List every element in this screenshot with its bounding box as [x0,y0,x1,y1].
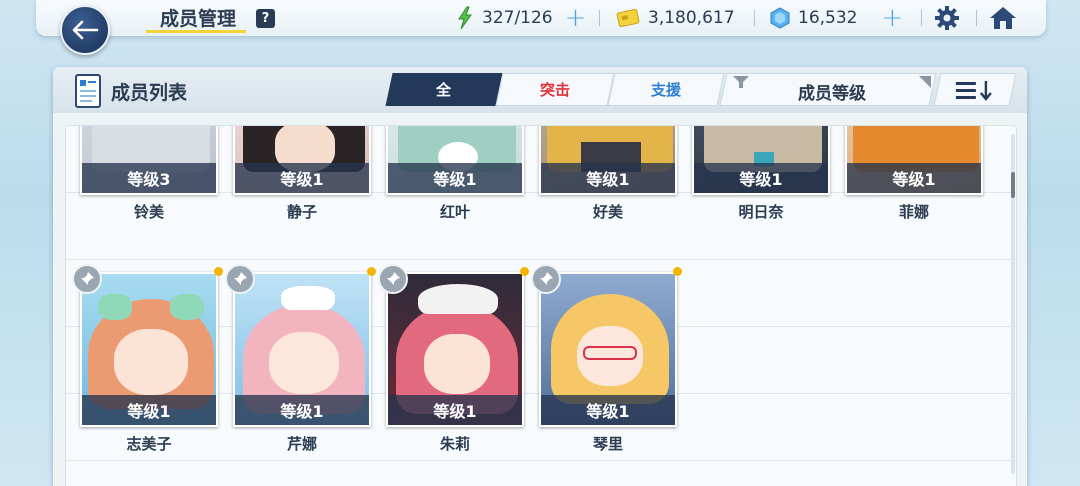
divider [754,10,755,26]
portrait-ribbon [170,294,204,320]
top-bar: 成员管理 ? 327/126 + 3,180,617 16,532 + [36,0,1046,36]
pin-button[interactable] [72,264,102,294]
energy-value: 327/126 [482,8,553,28]
pin-button[interactable] [378,264,408,294]
add-energy-button[interactable]: + [565,5,587,31]
new-indicator [214,267,223,276]
home-button[interactable] [989,4,1017,32]
portrait-cap [418,284,498,314]
member-level: 等级3 [82,163,216,193]
new-indicator [673,267,682,276]
gems-resource: 16,532 + [770,5,903,31]
member-name: 志美子 [126,435,172,453]
pin-button[interactable] [225,264,255,294]
portrait-ribbon [98,294,132,320]
member-portrait: 等级1 [845,126,983,195]
tab-all[interactable]: 全 [385,73,503,106]
member-portrait: 等级1 [539,126,677,195]
divider [976,10,977,26]
member-portrait: 等级1 [233,272,371,427]
new-indicator [367,267,376,276]
member-portrait: 等级1 [80,272,218,427]
gem-icon [770,7,790,29]
member-level: 等级1 [694,163,828,193]
member-level: 等级1 [388,163,522,193]
member-level: 等级1 [541,163,675,193]
pin-icon [387,272,400,285]
credit-card-icon [616,9,640,27]
sort-order-button[interactable] [933,73,1017,106]
gems-value: 16,532 [798,8,858,28]
member-level: 等级1 [82,395,216,425]
member-portrait: 等级3 [80,126,218,195]
settings-button[interactable] [933,4,961,32]
energy-resource: 327/126 + [456,5,587,31]
member-list-panel: 成员列表 全 突击 支援 成员等级 等级3 铃美 等级1 静子 等级1 红叶 等… [53,67,1027,486]
member-level: 等级1 [847,163,981,193]
member-level: 等级1 [235,163,369,193]
tab-all-label: 全 [436,81,452,99]
portrait-face [114,329,188,395]
member-name: 静子 [286,203,317,221]
scrollbar-thumb[interactable] [1011,172,1015,198]
sort-label: 成员等级 [798,84,866,104]
panel-title: 成员列表 [111,82,188,104]
gear-icon [935,6,959,30]
member-name: 琴里 [592,435,623,453]
title-underline [146,30,246,33]
tab-assault[interactable]: 突击 [495,73,615,106]
page-title: 成员管理 [160,8,237,30]
panel-header: 成员列表 全 突击 支援 成员等级 [53,67,1027,113]
member-portrait: 等级1 [233,126,371,195]
portrait-face [424,334,490,394]
sort-order-icon [956,80,992,101]
pin-icon [540,272,553,285]
member-level: 等级1 [235,395,369,425]
member-portrait: 等级1 [386,272,524,427]
portrait-nurse-cap [281,286,335,310]
member-list-icon [75,74,101,108]
tab-support-label: 支援 [650,81,681,99]
member-name: 朱莉 [439,435,470,453]
pin-icon [234,272,247,285]
member-name: 红叶 [439,203,470,221]
energy-bolt-icon [458,6,472,30]
divider [599,10,600,26]
member-name: 菲娜 [898,203,929,221]
portrait-face [269,332,339,394]
member-portrait: 等级1 [539,272,677,427]
tab-assault-label: 突击 [539,81,570,99]
member-portrait: 等级1 [386,126,524,195]
member-name: 铃美 [133,203,164,221]
pin-button[interactable] [531,264,561,294]
divider [921,10,922,26]
back-button[interactable] [60,5,110,55]
member-grid[interactable]: 等级3 铃美 等级1 静子 等级1 红叶 等级1 好美 等级1 明日奈 等级1 … [65,125,1017,486]
member-level: 等级1 [541,395,675,425]
pin-icon [81,272,94,285]
member-name: 好美 [592,203,623,221]
home-icon [990,7,1016,29]
member-name: 芹娜 [286,435,317,453]
member-name: 明日奈 [738,203,784,221]
member-level: 等级1 [388,395,522,425]
new-indicator [520,267,529,276]
help-button[interactable]: ? [256,9,275,28]
credits-resource: 3,180,617 [616,6,735,30]
add-gems-button[interactable]: + [881,5,903,31]
tab-support[interactable]: 支援 [607,73,725,106]
portrait-glasses [583,346,637,360]
dropdown-corner-icon [919,76,931,88]
member-portrait: 等级1 [692,126,830,195]
credits-value: 3,180,617 [648,8,735,28]
filter-icon[interactable] [733,76,749,88]
back-arrow-icon [72,20,99,40]
